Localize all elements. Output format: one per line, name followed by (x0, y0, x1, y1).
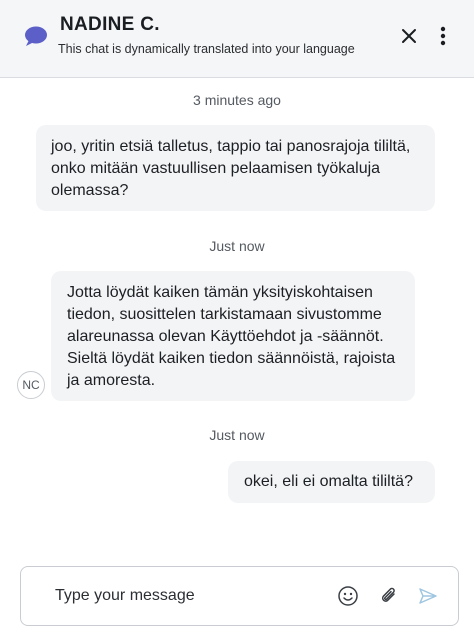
agent-avatar: NC (17, 371, 45, 399)
smiley-icon[interactable] (337, 585, 359, 607)
message-timestamp: 3 minutes ago (193, 92, 281, 108)
message-list[interactable]: 3 minutes ago joo, yritin etsiä talletus… (0, 79, 474, 549)
message-input[interactable] (55, 584, 315, 608)
chat-header: NADINE C. This chat is dynamically trans… (0, 0, 474, 78)
message-composer (20, 566, 459, 626)
message-timestamp: Just now (209, 238, 265, 254)
translation-notice: This chat is dynamically translated into… (58, 42, 355, 56)
user-message: okei, eli ei omalta tililtä? (228, 461, 435, 503)
agent-name: NADINE C. (60, 14, 160, 35)
send-icon[interactable] (417, 585, 439, 607)
message-timestamp: Just now (209, 427, 265, 443)
more-vertical-icon[interactable] (436, 25, 450, 47)
close-icon[interactable] (398, 25, 420, 47)
chat-bubble-icon (25, 26, 47, 46)
paperclip-icon[interactable] (378, 585, 400, 607)
user-message: joo, yritin etsiä talletus, tappio tai p… (36, 125, 435, 211)
agent-message: Jotta löydät kaiken tämän yksityiskohtai… (51, 271, 415, 401)
